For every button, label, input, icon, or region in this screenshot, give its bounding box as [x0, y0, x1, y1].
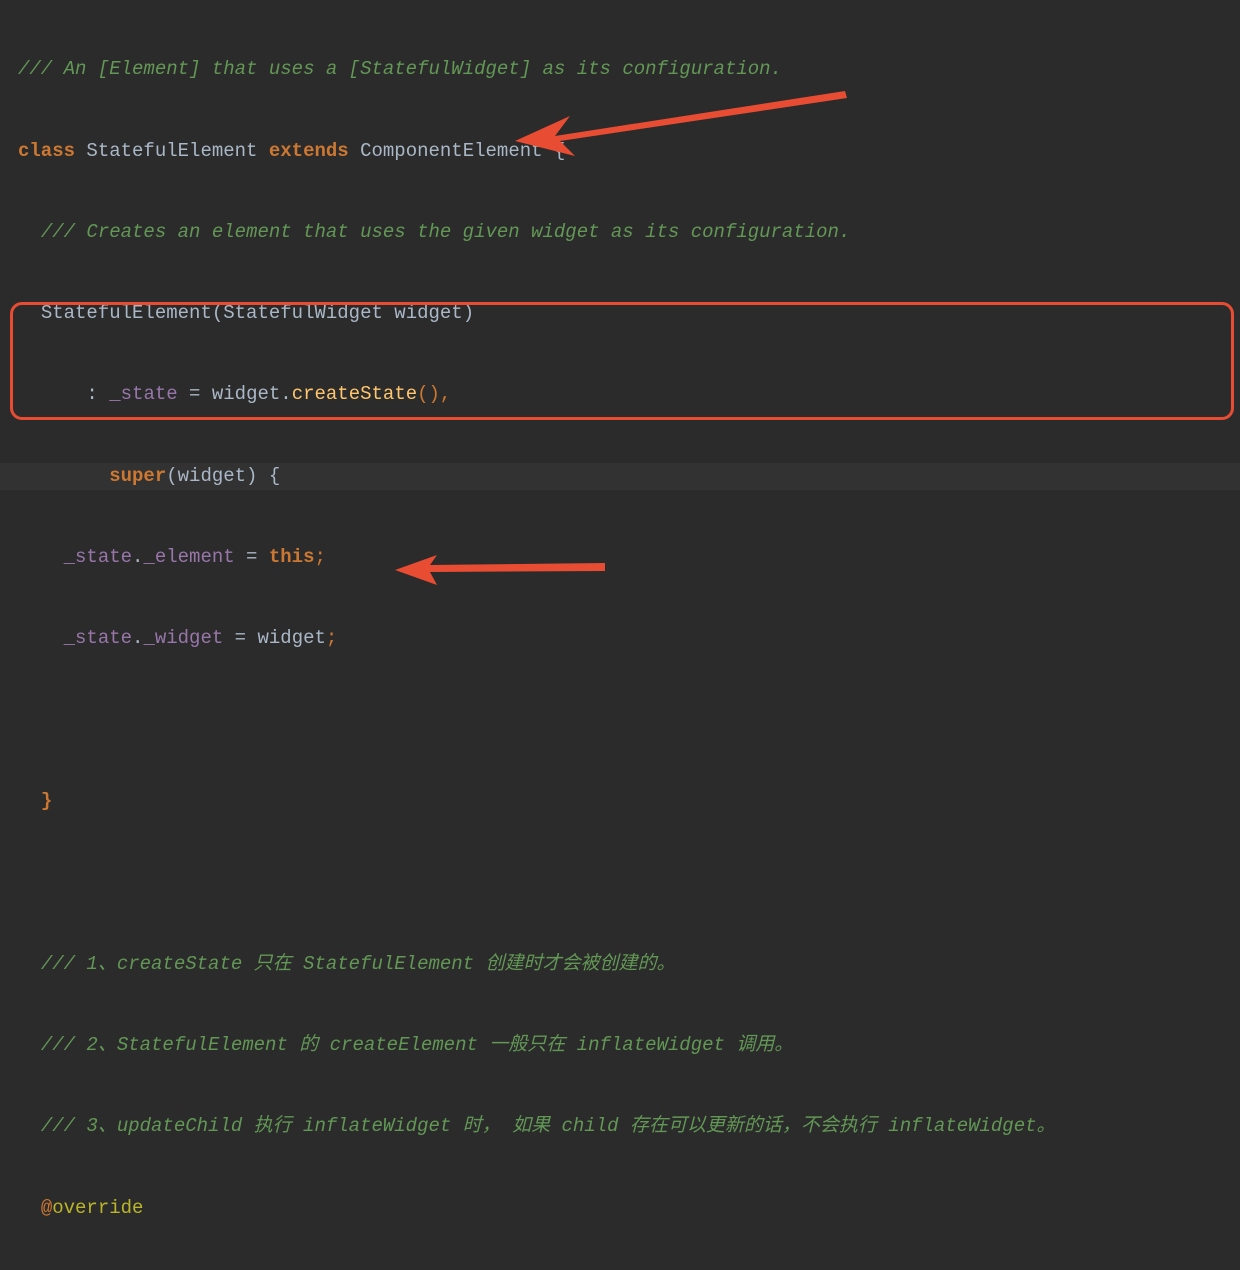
code-line: : _state = widget.createState(),: [0, 382, 1240, 409]
doc-comment: /// 1、createState 只在 StatefulElement 创建时…: [41, 951, 676, 978]
super-keyword: super: [109, 463, 166, 490]
type: StatefulWidget: [223, 300, 383, 327]
annotation-at: @: [41, 1195, 52, 1222]
code-line: /// 2、StatefulElement 的 createElement 一般…: [0, 1032, 1240, 1059]
doc-comment: /// Creates an element that uses the giv…: [41, 219, 851, 246]
identifier: widget: [257, 625, 325, 652]
code-line: _state._element = this;: [0, 544, 1240, 571]
code-line: }: [0, 788, 1240, 815]
field: _state: [109, 381, 177, 408]
field: _state: [64, 544, 132, 571]
class-name: StatefulElement: [86, 138, 257, 165]
class-name: ComponentElement: [360, 138, 542, 165]
code-line: /// Creates an element that uses the giv…: [0, 219, 1240, 246]
code-line-highlighted: super(widget) {: [0, 463, 1240, 490]
code-line: _state._widget = widget;: [0, 626, 1240, 653]
code-line: /// An [Element] that uses a [StatefulWi…: [0, 56, 1240, 83]
doc-comment: /// 3、updateChild 执行 inflateWidget 时， 如果…: [41, 1113, 1056, 1140]
identifier: widget: [212, 381, 280, 408]
field: _state: [64, 625, 132, 652]
method-call: createState: [292, 381, 417, 408]
code-line: [0, 707, 1240, 734]
keyword: extends: [269, 138, 349, 165]
code-editor[interactable]: /// An [Element] that uses a [StatefulWi…: [0, 0, 1240, 1270]
brace: }: [41, 788, 52, 815]
code-line: StatefulElement(StatefulWidget widget): [0, 300, 1240, 327]
doc-comment: /// 2、StatefulElement 的 createElement 一般…: [41, 1032, 794, 1059]
code-line: /// 3、updateChild 执行 inflateWidget 时， 如果…: [0, 1113, 1240, 1140]
code-line: @override: [0, 1195, 1240, 1222]
field: _element: [143, 544, 234, 571]
constructor-name: StatefulElement: [41, 300, 212, 327]
field: _widget: [143, 625, 223, 652]
param: widget: [394, 300, 462, 327]
annotation: override: [52, 1195, 143, 1222]
code-line: [0, 869, 1240, 896]
code-line: class StatefulElement extends ComponentE…: [0, 138, 1240, 165]
code-line: /// 1、createState 只在 StatefulElement 创建时…: [0, 951, 1240, 978]
keyword: class: [18, 138, 75, 165]
this-keyword: this: [269, 544, 315, 571]
doc-comment: /// An [Element] that uses a [StatefulWi…: [18, 56, 782, 83]
